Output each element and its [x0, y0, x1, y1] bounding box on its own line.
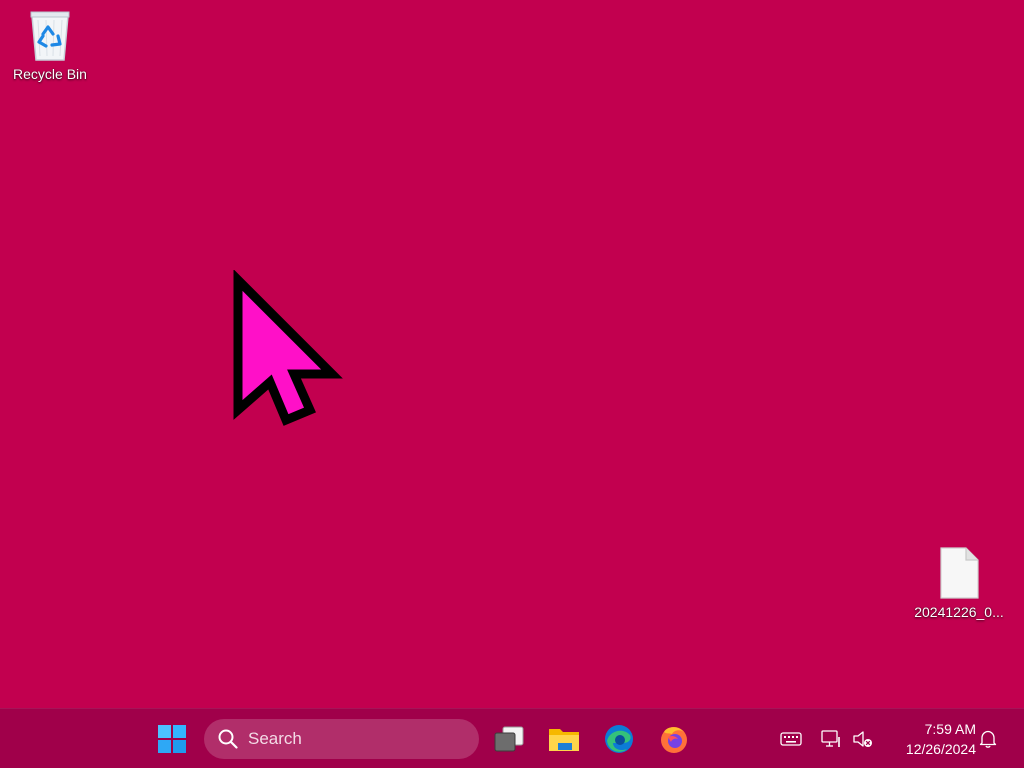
desktop-icon-label: 20241226_0...	[914, 604, 1004, 620]
edge-button[interactable]	[599, 719, 639, 759]
file-explorer-button[interactable]	[544, 719, 584, 759]
volume-button[interactable]	[851, 727, 875, 751]
search-placeholder: Search	[248, 729, 302, 748]
keyboard-button[interactable]	[779, 727, 803, 751]
task-view-button[interactable]	[489, 719, 529, 759]
task-view-icon	[494, 726, 524, 752]
folder-icon	[549, 729, 579, 751]
mouse-cursor-icon	[233, 270, 343, 426]
edge-icon	[605, 725, 633, 753]
volume-muted-icon	[853, 731, 872, 747]
taskbar: Search 7:59 AM 12/26/2024	[0, 708, 1024, 768]
windows-logo-icon	[158, 725, 186, 753]
desktop-icon-file[interactable]: 20241226_0...	[911, 546, 1007, 620]
network-button[interactable]	[819, 727, 843, 751]
network-icon	[821, 730, 840, 747]
desktop[interactable]: Recycle Bin 20241226_0...	[0, 0, 1024, 708]
recycle-bin-icon	[30, 11, 70, 61]
system-clock[interactable]: 7:59 AM 12/26/2024	[884, 719, 976, 759]
clock-date: 12/26/2024	[905, 741, 976, 757]
firefox-icon	[661, 727, 687, 753]
bell-icon	[979, 730, 997, 748]
firefox-button[interactable]	[654, 719, 694, 759]
desktop-icon-label: Recycle Bin	[13, 66, 87, 82]
notifications-button[interactable]	[976, 727, 1000, 751]
search-box[interactable]: Search	[204, 719, 479, 759]
start-button[interactable]	[152, 719, 192, 759]
file-icon	[940, 547, 979, 599]
search-icon	[218, 729, 238, 749]
keyboard-icon	[780, 732, 802, 746]
clock-time: 7:59 AM	[924, 721, 976, 737]
desktop-icon-recycle-bin[interactable]: Recycle Bin	[2, 6, 98, 82]
